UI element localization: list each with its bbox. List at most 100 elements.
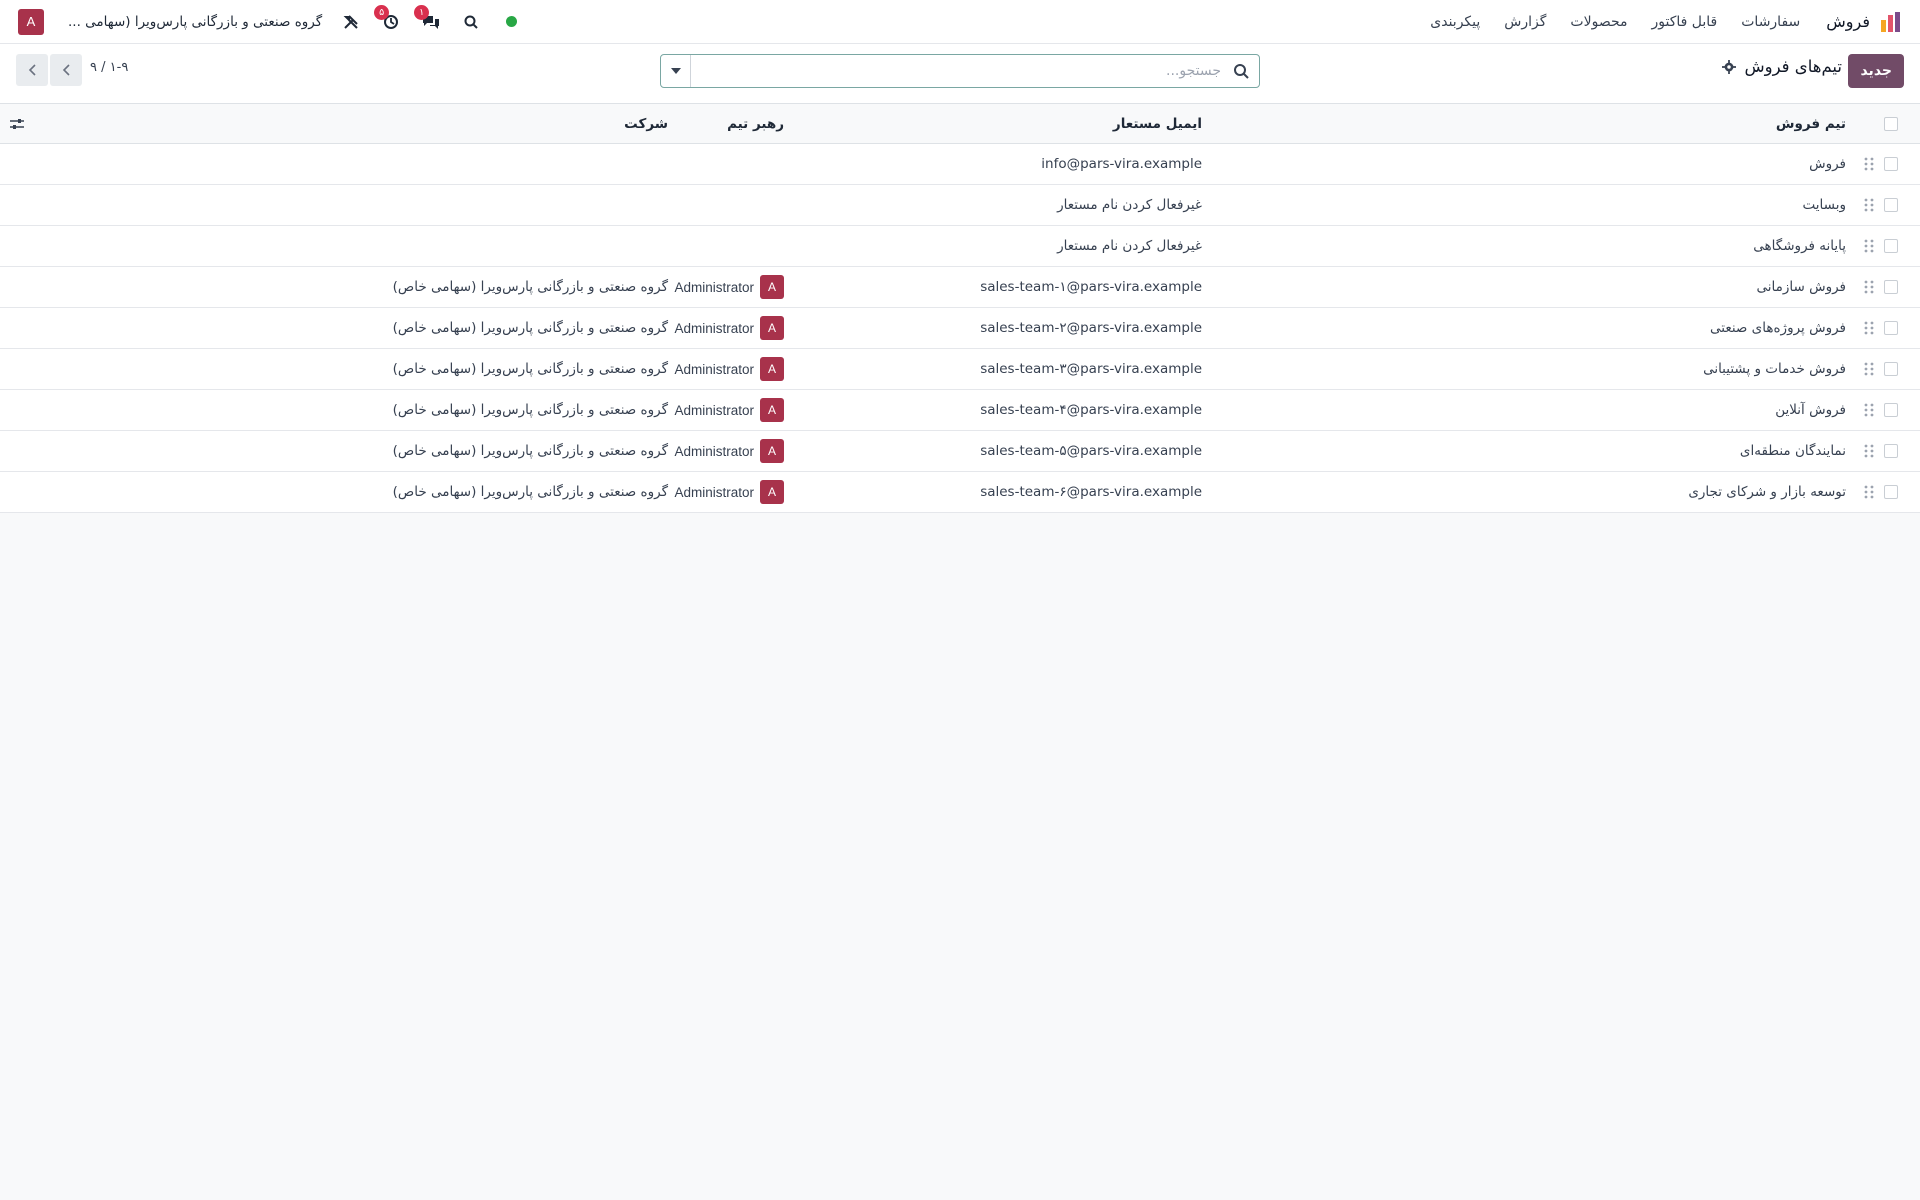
top-navbar: فروش سفارشات قابل فاکتور محصولات گزارش پ… — [0, 0, 1920, 44]
email-alias-cell: غیرفعال کردن نام مستعار — [1057, 238, 1202, 254]
menu-orders[interactable]: سفارشات — [1741, 14, 1800, 30]
table-row[interactable]: وبسایت غیرفعال کردن نام مستعار — [0, 185, 1920, 226]
team-leader-cell[interactable]: A Administrator — [674, 431, 784, 471]
row-checkbox[interactable] — [1884, 308, 1898, 348]
row-checkbox[interactable] — [1884, 349, 1898, 389]
email-alias-cell: info@pars-vira.example — [1041, 156, 1202, 172]
team-name-cell[interactable]: فروش آنلاین — [1775, 390, 1846, 430]
team-name-cell[interactable]: وبسایت — [1803, 185, 1846, 225]
column-header-team[interactable]: تیم فروش — [1776, 104, 1846, 143]
app-name[interactable]: فروش — [1826, 12, 1870, 31]
leader-name: Administrator — [674, 402, 754, 418]
team-name-cell[interactable]: توسعه بازار و شرکای تجاری — [1688, 472, 1846, 512]
team-name-cell[interactable]: پایانه فروشگاهی — [1753, 226, 1846, 266]
team-name-cell[interactable]: نمایندگان منطقه‌ای — [1740, 431, 1846, 471]
row-checkbox[interactable] — [1884, 226, 1898, 266]
table-row[interactable]: فروش info@pars-vira.example — [0, 144, 1920, 185]
email-alias-cell: غیرفعال کردن نام مستعار — [1057, 197, 1202, 213]
activity-badge: ۵ — [374, 4, 390, 20]
company-cell: گروه صنعتی و بازرگانی پارس‌ویرا (سهامی خ… — [392, 320, 668, 336]
search-input[interactable] — [703, 59, 1223, 83]
tools-icon[interactable] — [340, 11, 362, 33]
email-alias-cell: sales-team-۵@pars-vira.example — [980, 443, 1202, 459]
leader-name: Administrator — [674, 279, 754, 295]
main-menu: سفارشات قابل فاکتور محصولات گزارش پیکربن… — [1430, 14, 1800, 30]
new-button[interactable]: جدید — [1848, 54, 1904, 88]
team-name-cell[interactable]: فروش پروژه‌های صنعتی — [1710, 308, 1846, 348]
leader-name: Administrator — [674, 443, 754, 459]
avatar: A — [760, 275, 784, 299]
column-header-email[interactable]: ایمیل مستعار — [1113, 104, 1202, 143]
table-row[interactable]: فروش پروژه‌های صنعتی sales-team-۲@pars-vi… — [0, 308, 1920, 349]
avatar: A — [760, 480, 784, 504]
table-row[interactable]: نمایندگان منطقه‌ای sales-team-۵@pars-vira… — [0, 431, 1920, 472]
user-avatar[interactable]: A — [18, 8, 44, 35]
gear-icon[interactable] — [1722, 59, 1737, 74]
table-row[interactable]: فروش سازمانی sales-team-۱@pars-vira.examp… — [0, 267, 1920, 308]
sales-app-icon[interactable] — [1880, 11, 1902, 33]
drag-handle-icon[interactable] — [1864, 144, 1874, 184]
column-header-company[interactable]: شرکت — [624, 104, 668, 143]
team-leader-cell[interactable]: A Administrator — [674, 267, 784, 307]
search-options-toggle[interactable] — [661, 55, 691, 87]
row-checkbox[interactable] — [1884, 144, 1898, 184]
avatar: A — [760, 357, 784, 381]
menu-configuration[interactable]: پیکربندی — [1430, 14, 1480, 30]
pager-next-button[interactable] — [50, 54, 82, 86]
team-name-cell[interactable]: فروش سازمانی — [1757, 267, 1847, 307]
company-cell: گروه صنعتی و بازرگانی پارس‌ویرا (سهامی خ… — [392, 443, 668, 459]
row-checkbox[interactable] — [1884, 472, 1898, 512]
company-switcher[interactable]: گروه صنعتی و بازرگانی پارس‌ویرا (سهامی .… — [68, 14, 322, 30]
menu-to-invoice[interactable]: قابل فاکتور — [1652, 14, 1718, 30]
leader-name: Administrator — [674, 320, 754, 336]
drag-handle-icon[interactable] — [1864, 308, 1874, 348]
company-cell: گروه صنعتی و بازرگانی پارس‌ویرا (سهامی خ… — [392, 484, 668, 500]
avatar: A — [760, 316, 784, 340]
row-checkbox[interactable] — [1884, 390, 1898, 430]
team-leader-cell[interactable]: A Administrator — [674, 390, 784, 430]
company-cell: گروه صنعتی و بازرگانی پارس‌ویرا (سهامی خ… — [392, 361, 668, 377]
drag-handle-icon[interactable] — [1864, 267, 1874, 307]
drag-handle-icon[interactable] — [1864, 390, 1874, 430]
team-leader-cell[interactable]: A Administrator — [674, 308, 784, 348]
activity-clock-icon[interactable]: ۵ — [374, 4, 402, 33]
table-header-row: تیم فروش ایمیل مستعار رهبر تیم شرکت — [0, 104, 1920, 144]
drag-handle-icon[interactable] — [1864, 226, 1874, 266]
drag-handle-icon[interactable] — [1864, 431, 1874, 471]
drag-handle-icon[interactable] — [1864, 472, 1874, 512]
table-row[interactable]: فروش آنلاین sales-team-۴@pars-vira.exampl… — [0, 390, 1920, 431]
team-leader-cell[interactable]: A Administrator — [674, 472, 784, 512]
row-checkbox[interactable] — [1884, 267, 1898, 307]
status-indicator — [500, 11, 522, 33]
systray: ۱ ۵ گروه صنعتی و بازرگانی پارس‌ویرا (سها… — [18, 4, 522, 35]
column-header-leader[interactable]: رهبر تیم — [727, 104, 784, 143]
drag-handle-icon[interactable] — [1864, 349, 1874, 389]
messages-icon[interactable]: ۱ — [414, 4, 442, 33]
table-row[interactable]: توسعه بازار و شرکای تجاری sales-team-۶@pa… — [0, 472, 1920, 513]
table-row[interactable]: فروش خدمات و پشتیبانی sales-team-۳@pars-v… — [0, 349, 1920, 390]
select-all-checkbox[interactable] — [1884, 104, 1898, 143]
caret-down-icon — [670, 68, 681, 74]
row-checkbox[interactable] — [1884, 431, 1898, 471]
row-checkbox[interactable] — [1884, 185, 1898, 225]
menu-reporting[interactable]: گزارش — [1504, 14, 1546, 30]
chevron-left-icon — [28, 64, 36, 76]
pager-prev-button[interactable] — [16, 54, 48, 86]
sliders-icon — [10, 118, 24, 129]
control-panel: جدید تیم‌های فروش ۱-۹ / ۹ — [0, 44, 1920, 104]
messages-badge: ۱ — [414, 4, 430, 20]
email-alias-cell: sales-team-۲@pars-vira.example — [980, 320, 1202, 336]
menu-products[interactable]: محصولات — [1570, 14, 1627, 30]
team-name-cell[interactable]: فروش خدمات و پشتیبانی — [1703, 349, 1846, 389]
team-leader-cell[interactable]: A Administrator — [674, 349, 784, 389]
optional-columns-toggle[interactable] — [10, 104, 24, 143]
pager-value[interactable]: ۱-۹ / ۹ — [90, 60, 128, 75]
leader-name: Administrator — [674, 361, 754, 377]
avatar: A — [760, 439, 784, 463]
drag-handle-icon[interactable] — [1864, 185, 1874, 225]
company-cell: گروه صنعتی و بازرگانی پارس‌ویرا (سهامی خ… — [392, 279, 668, 295]
team-name-cell[interactable]: فروش — [1809, 144, 1846, 184]
online-status-icon — [505, 16, 517, 27]
search-icon[interactable] — [460, 11, 482, 33]
table-row[interactable]: پایانه فروشگاهی غیرفعال کردن نام مستعار — [0, 226, 1920, 267]
